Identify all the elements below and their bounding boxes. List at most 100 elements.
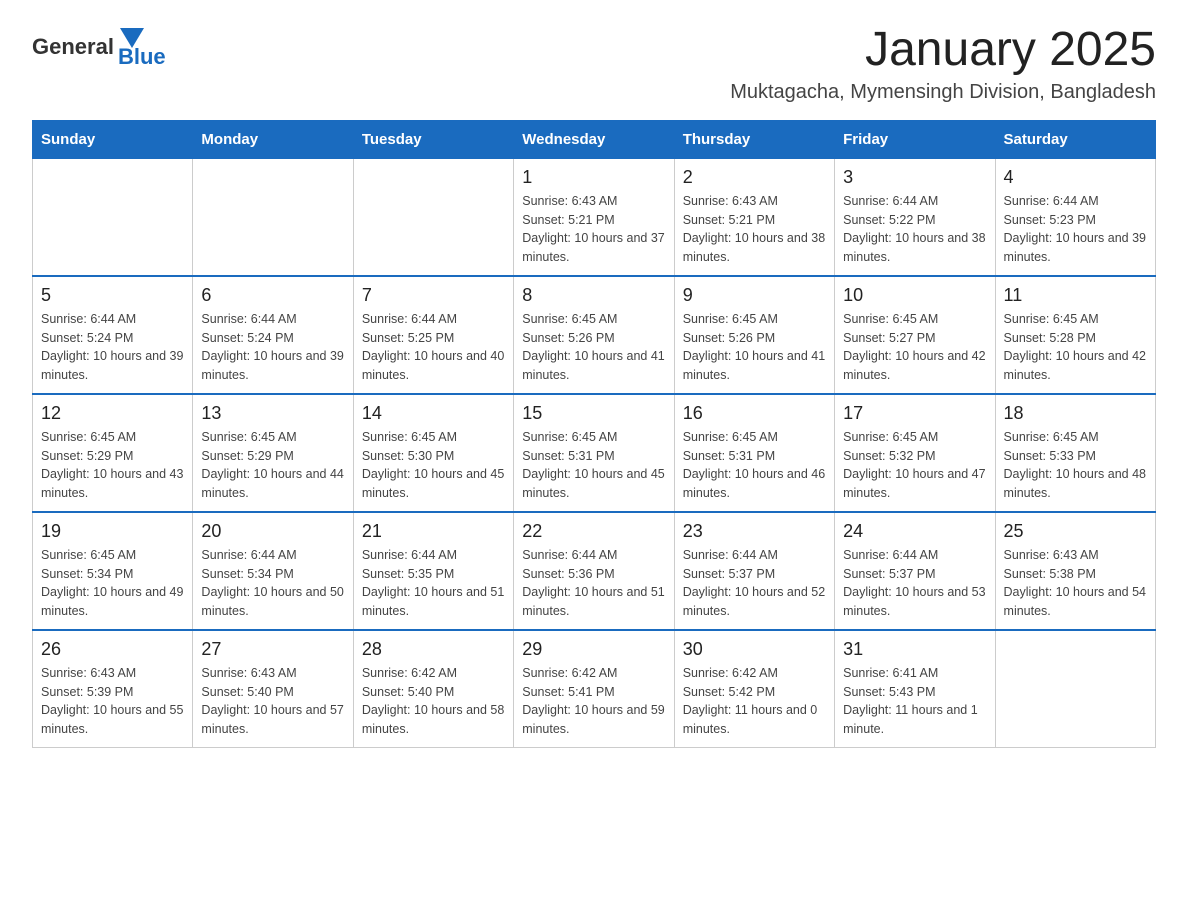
calendar-cell: 1 Sunrise: 6:43 AM Sunset: 5:21 PM Daylig… <box>514 158 674 276</box>
calendar-cell: 14 Sunrise: 6:45 AM Sunset: 5:30 PM Dayli… <box>353 394 513 512</box>
calendar-cell: 15 Sunrise: 6:45 AM Sunset: 5:31 PM Dayli… <box>514 394 674 512</box>
calendar-cell: 20Sunrise: 6:44 AM Sunset: 5:34 PM Dayli… <box>193 512 353 630</box>
calendar-cell: 6 Sunrise: 6:44 AM Sunset: 5:24 PM Daylig… <box>193 276 353 394</box>
calendar-cell: 17 Sunrise: 6:45 AM Sunset: 5:32 PM Dayli… <box>835 394 995 512</box>
day-number: 30 <box>683 639 826 660</box>
calendar-cell: 30 Sunrise: 6:42 AM Sunset: 5:42 PM Dayli… <box>674 630 834 748</box>
day-number: 1 <box>522 167 665 188</box>
day-number: 12 <box>41 403 184 424</box>
calendar-week-row: 12 Sunrise: 6:45 AM Sunset: 5:29 PM Dayli… <box>33 394 1156 512</box>
day-number: 26 <box>41 639 184 660</box>
day-info: Sunrise: 6:45 AM Sunset: 5:28 PM Dayligh… <box>1004 310 1147 385</box>
weekday-header-wednesday: Wednesday <box>514 120 674 158</box>
calendar-cell <box>353 158 513 276</box>
calendar-cell: 2 Sunrise: 6:43 AM Sunset: 5:21 PM Daylig… <box>674 158 834 276</box>
day-info: Sunrise: 6:45 AM Sunset: 5:29 PM Dayligh… <box>201 428 344 503</box>
day-number: 20 <box>201 521 344 542</box>
calendar-cell: 29 Sunrise: 6:42 AM Sunset: 5:41 PM Dayli… <box>514 630 674 748</box>
logo-general-text: General <box>32 34 114 60</box>
weekday-header-thursday: Thursday <box>674 120 834 158</box>
day-info: Sunrise: 6:45 AM Sunset: 5:29 PM Dayligh… <box>41 428 184 503</box>
day-info: Sunrise: 6:44 AM Sunset: 5:36 PM Dayligh… <box>522 546 665 621</box>
day-number: 22 <box>522 521 665 542</box>
day-info: Sunrise: 6:42 AM Sunset: 5:40 PM Dayligh… <box>362 664 505 739</box>
day-number: 23 <box>683 521 826 542</box>
day-number: 6 <box>201 285 344 306</box>
day-info: Sunrise: 6:44 AM Sunset: 5:37 PM Dayligh… <box>843 546 986 621</box>
calendar-cell: 4 Sunrise: 6:44 AM Sunset: 5:23 PM Daylig… <box>995 158 1155 276</box>
calendar-cell <box>33 158 193 276</box>
day-info: Sunrise: 6:45 AM Sunset: 5:27 PM Dayligh… <box>843 310 986 385</box>
day-number: 11 <box>1004 285 1147 306</box>
calendar-cell: 25 Sunrise: 6:43 AM Sunset: 5:38 PM Dayli… <box>995 512 1155 630</box>
calendar-cell <box>193 158 353 276</box>
day-info: Sunrise: 6:45 AM Sunset: 5:32 PM Dayligh… <box>843 428 986 503</box>
day-info: Sunrise: 6:44 AM Sunset: 5:22 PM Dayligh… <box>843 192 986 267</box>
weekday-header-monday: Monday <box>193 120 353 158</box>
day-info: Sunrise: 6:45 AM Sunset: 5:31 PM Dayligh… <box>683 428 826 503</box>
day-info: Sunrise: 6:43 AM Sunset: 5:38 PM Dayligh… <box>1004 546 1147 621</box>
calendar-cell: 23 Sunrise: 6:44 AM Sunset: 5:37 PM Dayli… <box>674 512 834 630</box>
day-number: 28 <box>362 639 505 660</box>
calendar-week-row: 19 Sunrise: 6:45 AM Sunset: 5:34 PM Dayli… <box>33 512 1156 630</box>
calendar-cell: 11 Sunrise: 6:45 AM Sunset: 5:28 PM Dayli… <box>995 276 1155 394</box>
day-number: 2 <box>683 167 826 188</box>
day-info: Sunrise: 6:45 AM Sunset: 5:31 PM Dayligh… <box>522 428 665 503</box>
day-info: Sunrise: 6:45 AM Sunset: 5:34 PM Dayligh… <box>41 546 184 621</box>
calendar-cell <box>995 630 1155 748</box>
calendar-cell: 7Sunrise: 6:44 AM Sunset: 5:25 PM Daylig… <box>353 276 513 394</box>
calendar-header-row: SundayMondayTuesdayWednesdayThursdayFrid… <box>33 120 1156 158</box>
calendar-cell: 16 Sunrise: 6:45 AM Sunset: 5:31 PM Dayli… <box>674 394 834 512</box>
page-subtitle: Muktagacha, Mymensingh Division, Banglad… <box>730 81 1156 104</box>
day-info: Sunrise: 6:43 AM Sunset: 5:21 PM Dayligh… <box>522 192 665 267</box>
day-number: 21 <box>362 521 505 542</box>
weekday-header-saturday: Saturday <box>995 120 1155 158</box>
day-number: 15 <box>522 403 665 424</box>
weekday-header-tuesday: Tuesday <box>353 120 513 158</box>
calendar-cell: 8Sunrise: 6:45 AM Sunset: 5:26 PM Daylig… <box>514 276 674 394</box>
day-info: Sunrise: 6:45 AM Sunset: 5:26 PM Dayligh… <box>683 310 826 385</box>
logo-blue-text: Blue <box>118 44 166 70</box>
calendar-cell: 24 Sunrise: 6:44 AM Sunset: 5:37 PM Dayli… <box>835 512 995 630</box>
calendar-cell: 5 Sunrise: 6:44 AM Sunset: 5:24 PM Daylig… <box>33 276 193 394</box>
day-number: 25 <box>1004 521 1147 542</box>
calendar-cell: 10Sunrise: 6:45 AM Sunset: 5:27 PM Dayli… <box>835 276 995 394</box>
day-info: Sunrise: 6:44 AM Sunset: 5:25 PM Dayligh… <box>362 310 505 385</box>
day-number: 27 <box>201 639 344 660</box>
day-info: Sunrise: 6:43 AM Sunset: 5:21 PM Dayligh… <box>683 192 826 267</box>
day-info: Sunrise: 6:44 AM Sunset: 5:37 PM Dayligh… <box>683 546 826 621</box>
calendar-cell: 27Sunrise: 6:43 AM Sunset: 5:40 PM Dayli… <box>193 630 353 748</box>
day-info: Sunrise: 6:44 AM Sunset: 5:35 PM Dayligh… <box>362 546 505 621</box>
calendar-week-row: 26Sunrise: 6:43 AM Sunset: 5:39 PM Dayli… <box>33 630 1156 748</box>
day-info: Sunrise: 6:45 AM Sunset: 5:30 PM Dayligh… <box>362 428 505 503</box>
day-info: Sunrise: 6:44 AM Sunset: 5:23 PM Dayligh… <box>1004 192 1147 267</box>
day-info: Sunrise: 6:42 AM Sunset: 5:42 PM Dayligh… <box>683 664 826 739</box>
calendar-cell: 31Sunrise: 6:41 AM Sunset: 5:43 PM Dayli… <box>835 630 995 748</box>
day-number: 3 <box>843 167 986 188</box>
day-info: Sunrise: 6:44 AM Sunset: 5:24 PM Dayligh… <box>41 310 184 385</box>
calendar-cell: 9Sunrise: 6:45 AM Sunset: 5:26 PM Daylig… <box>674 276 834 394</box>
logo: General Blue <box>32 24 166 70</box>
day-number: 5 <box>41 285 184 306</box>
calendar-cell: 28 Sunrise: 6:42 AM Sunset: 5:40 PM Dayli… <box>353 630 513 748</box>
page-title: January 2025 <box>730 24 1156 77</box>
calendar-cell: 26Sunrise: 6:43 AM Sunset: 5:39 PM Dayli… <box>33 630 193 748</box>
day-info: Sunrise: 6:42 AM Sunset: 5:41 PM Dayligh… <box>522 664 665 739</box>
day-number: 14 <box>362 403 505 424</box>
weekday-header-friday: Friday <box>835 120 995 158</box>
day-number: 4 <box>1004 167 1147 188</box>
day-info: Sunrise: 6:45 AM Sunset: 5:26 PM Dayligh… <box>522 310 665 385</box>
calendar-cell: 22 Sunrise: 6:44 AM Sunset: 5:36 PM Dayli… <box>514 512 674 630</box>
calendar-cell: 3 Sunrise: 6:44 AM Sunset: 5:22 PM Daylig… <box>835 158 995 276</box>
day-number: 29 <box>522 639 665 660</box>
calendar-week-row: 5 Sunrise: 6:44 AM Sunset: 5:24 PM Daylig… <box>33 276 1156 394</box>
calendar-cell: 19 Sunrise: 6:45 AM Sunset: 5:34 PM Dayli… <box>33 512 193 630</box>
day-number: 17 <box>843 403 986 424</box>
calendar-cell: 13Sunrise: 6:45 AM Sunset: 5:29 PM Dayli… <box>193 394 353 512</box>
day-number: 16 <box>683 403 826 424</box>
weekday-header-sunday: Sunday <box>33 120 193 158</box>
day-number: 19 <box>41 521 184 542</box>
day-number: 24 <box>843 521 986 542</box>
day-info: Sunrise: 6:41 AM Sunset: 5:43 PM Dayligh… <box>843 664 986 739</box>
day-info: Sunrise: 6:44 AM Sunset: 5:24 PM Dayligh… <box>201 310 344 385</box>
